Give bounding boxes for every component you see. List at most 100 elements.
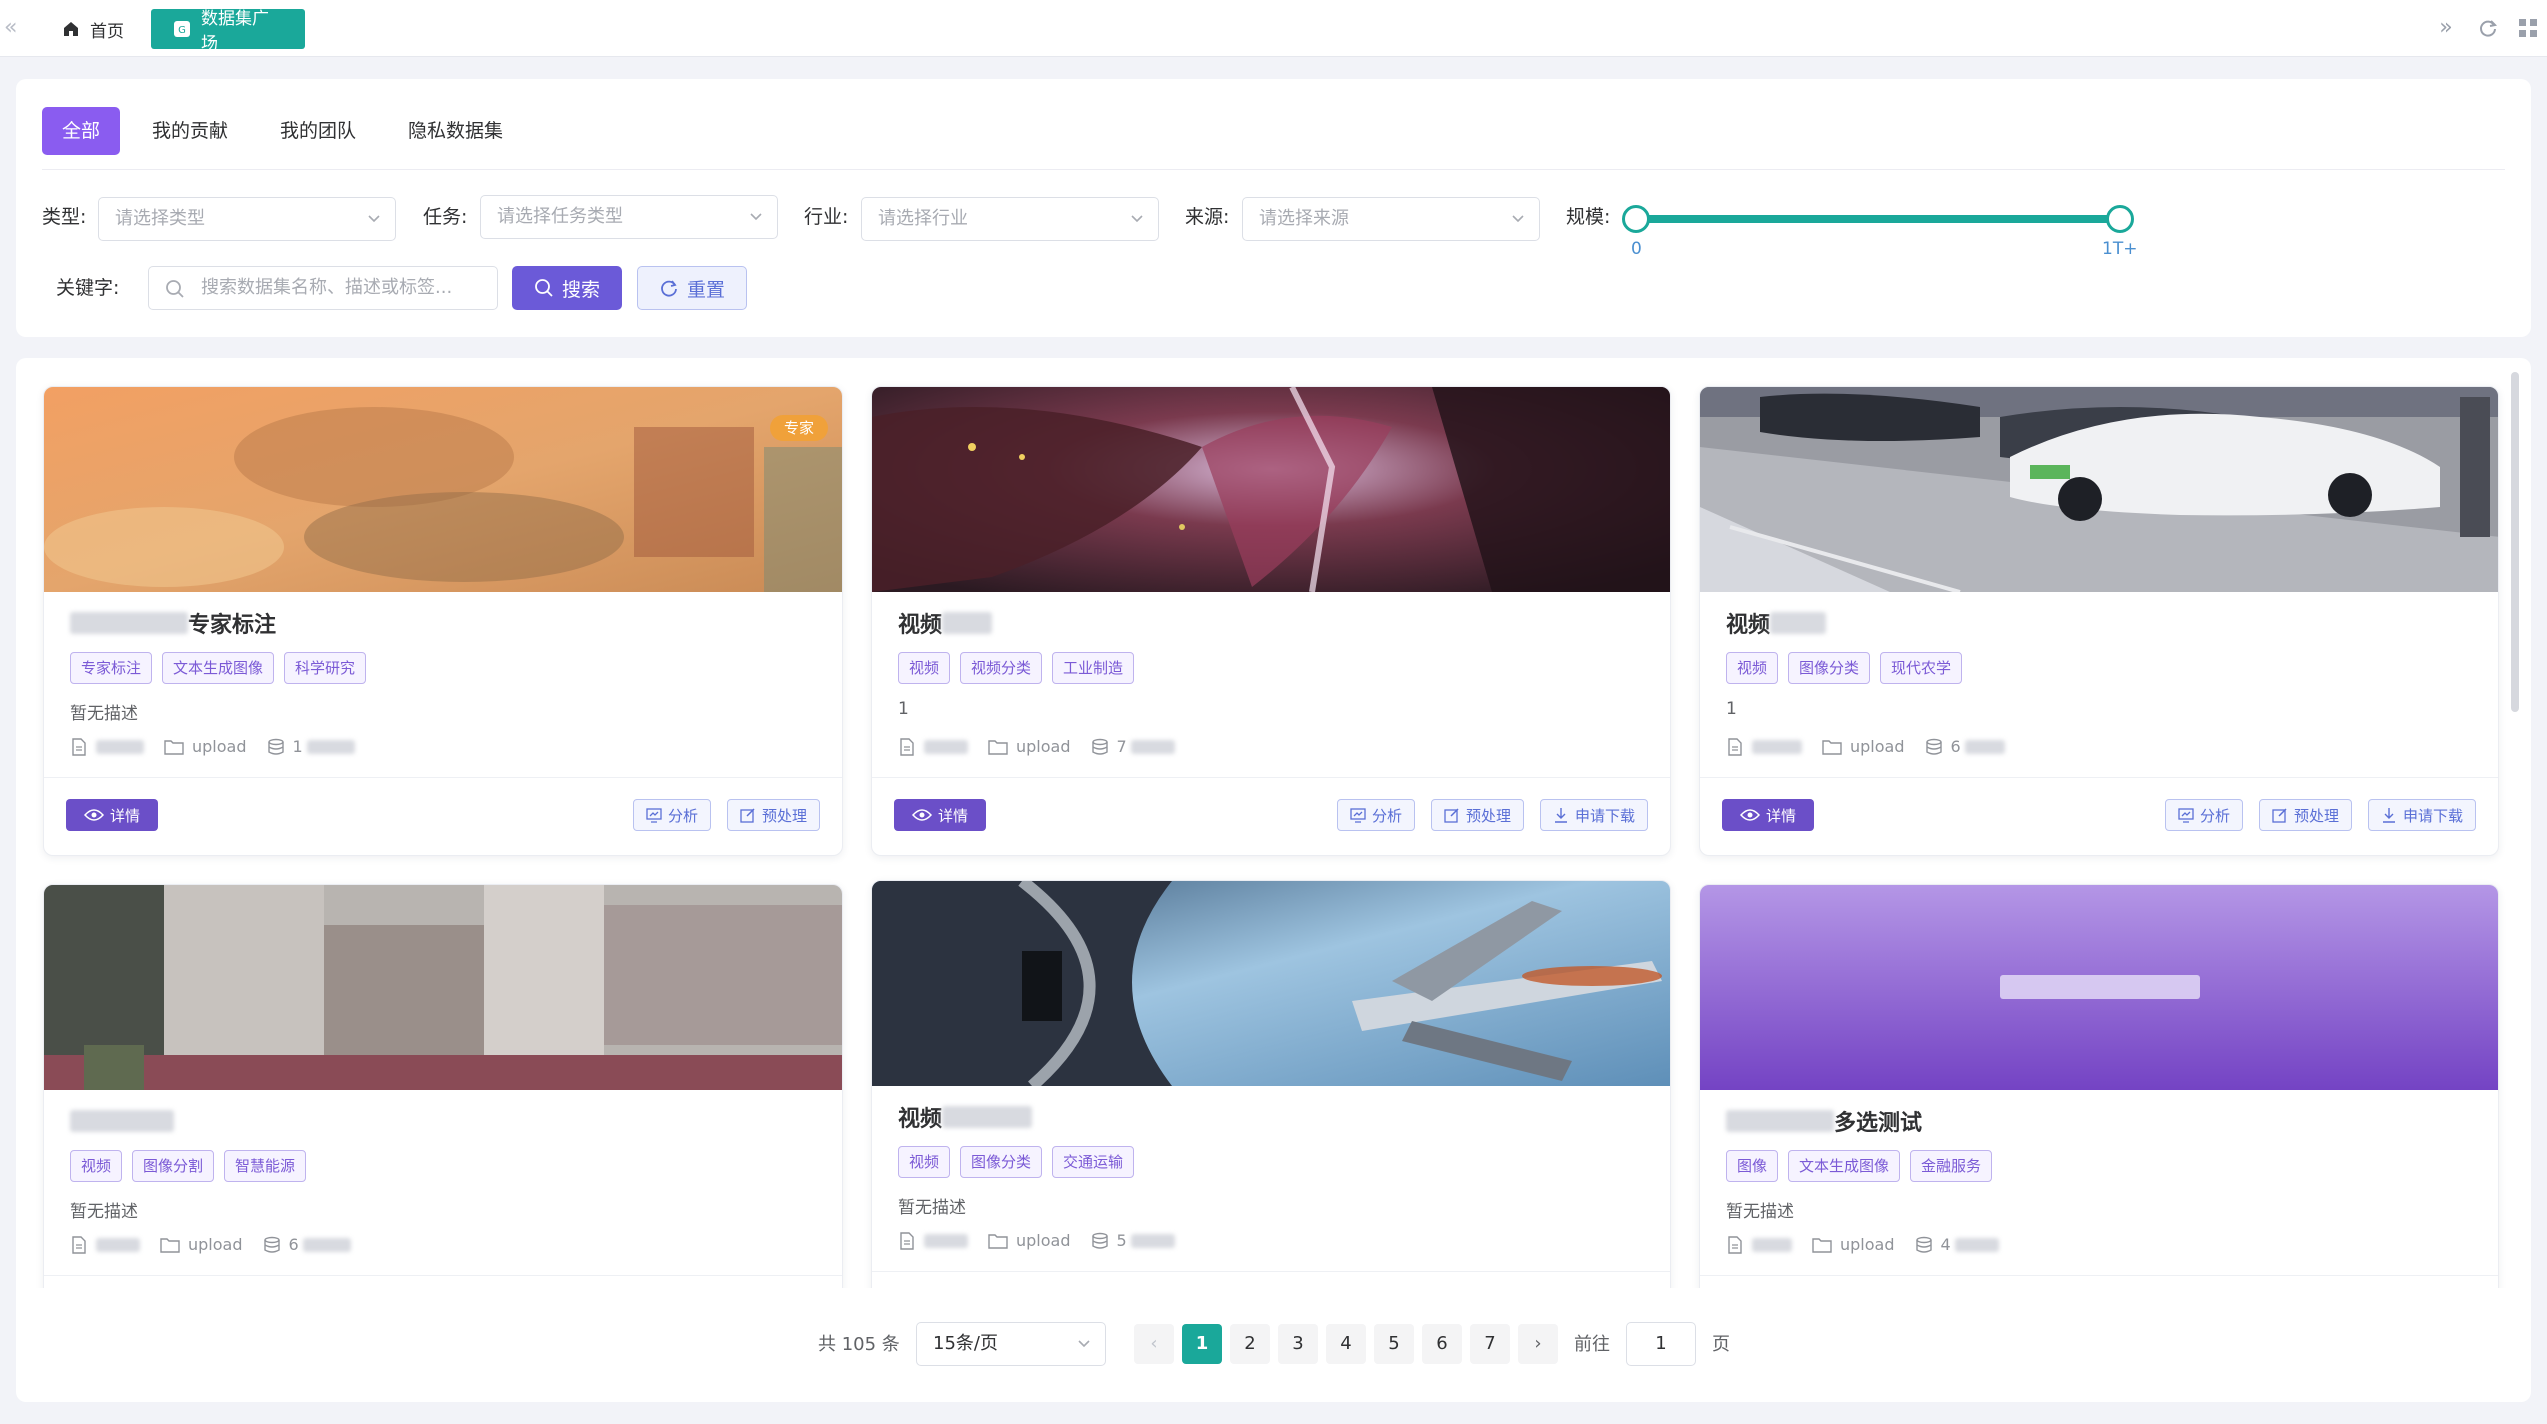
preprocess-button[interactable]: 预处理: [1430, 799, 1524, 831]
download-icon: [1554, 808, 1567, 823]
category-tab-all[interactable]: 全部: [42, 107, 121, 155]
industry-select[interactable]: 请选择行业: [861, 197, 1159, 241]
edit-icon: [2272, 808, 2287, 823]
vertical-scrollbar[interactable]: [2511, 372, 2519, 712]
preprocess-label: 预处理: [761, 806, 807, 825]
preprocess-button[interactable]: 预处理: [726, 799, 820, 831]
keyword-search-input[interactable]: 搜索数据集名称、描述或标签...: [148, 266, 498, 310]
tag[interactable]: 文本生成图像: [162, 652, 275, 684]
goto-label: 前往: [1574, 1334, 1610, 1355]
tag[interactable]: 视频: [898, 1146, 951, 1178]
card-actions: 分析 预处理 申请下载: [2149, 799, 2476, 831]
tag[interactable]: 视频分类: [960, 652, 1043, 684]
category-tab-my-team[interactable]: 我的团队: [260, 107, 376, 155]
dataset-meta: upload 6: [70, 1235, 371, 1254]
redacted-text: [924, 739, 968, 754]
dataset-size: 7: [1091, 737, 1175, 756]
request-download-button[interactable]: 申请下载: [1539, 799, 1648, 831]
category-tab-private[interactable]: 隐私数据集: [388, 107, 523, 155]
tag[interactable]: 图像分割: [132, 1150, 215, 1182]
divider: [44, 1275, 842, 1276]
scroll-right-icon[interactable]: »: [2432, 14, 2460, 42]
scale-slider-max-handle[interactable]: [2106, 205, 2134, 233]
tag[interactable]: 金融服务: [1910, 1150, 1993, 1182]
dataset-card[interactable]: 多选测试 图像 文本生成图像 金融服务 暂无描述 upload 4: [1699, 884, 2499, 1288]
card-actions: 分析 预处理: [617, 799, 820, 831]
total-count: 共 105 条: [818, 1334, 900, 1355]
dataset-card[interactable]: 视频 视频 视频分类 工业制造 1 upload 7 详情 分析 预处理 申请下…: [871, 386, 1671, 856]
scale-slider-track[interactable]: [1636, 215, 2120, 223]
tag[interactable]: 图像分类: [1788, 652, 1871, 684]
page-4-button[interactable]: 4: [1326, 1324, 1366, 1364]
dataset-card[interactable]: 视频 图像分割 智慧能源 暂无描述 upload 6: [43, 884, 843, 1288]
source-info: upload: [988, 737, 1071, 756]
preprocess-button[interactable]: 预处理: [2258, 799, 2352, 831]
page-3-button[interactable]: 3: [1278, 1324, 1318, 1364]
tag[interactable]: 现代农学: [1880, 652, 1963, 684]
tag[interactable]: 专家标注: [70, 652, 153, 684]
refresh-icon[interactable]: [2474, 14, 2502, 42]
tag[interactable]: 工业制造: [1052, 652, 1135, 684]
search-button[interactable]: 搜索: [512, 266, 622, 310]
eye-icon: [1739, 809, 1760, 821]
dataset-size: 6: [263, 1235, 351, 1254]
database-icon: [1915, 1236, 1932, 1253]
redacted-text: [924, 1233, 968, 1248]
tag[interactable]: 视频: [70, 1150, 123, 1182]
page-1-button[interactable]: 1: [1182, 1324, 1222, 1364]
source-select[interactable]: 请选择来源: [1242, 197, 1540, 241]
request-download-button[interactable]: 申请下载: [2367, 799, 2476, 831]
dataset-title: 视频: [898, 607, 993, 639]
detail-button[interactable]: 详情: [66, 799, 158, 831]
redacted-text: [1130, 1233, 1175, 1248]
category-tab-my-contribution[interactable]: 我的贡献: [132, 107, 248, 155]
dataset-card[interactable]: 专家 专家标注 专家标注 文本生成图像 科学研究 暂无描述 upload 1 详…: [43, 386, 843, 856]
dataset-card[interactable]: 视频 视频 图像分类 现代农学 1 upload 6 详情 分析 预处理 申请下…: [1699, 386, 2499, 856]
type-select[interactable]: 请选择类型: [98, 197, 396, 241]
reset-button[interactable]: 重置: [637, 266, 747, 310]
scroll-left-icon[interactable]: «: [4, 14, 26, 42]
redacted-text: [1770, 612, 1827, 634]
next-page-button[interactable]: ›: [1518, 1324, 1558, 1364]
tab-dataset-square[interactable]: G 数据集广场: [151, 9, 305, 54]
tag[interactable]: 图像: [1726, 1150, 1779, 1182]
dataset-title: 视频: [898, 1101, 1033, 1133]
page-7-button[interactable]: 7: [1470, 1324, 1510, 1364]
analyze-button[interactable]: 分析: [632, 799, 711, 831]
divider: [42, 169, 2505, 170]
tag[interactable]: 科学研究: [284, 652, 367, 684]
chevron-down-icon: [750, 213, 762, 221]
analyze-label: 分析: [1371, 806, 1402, 825]
tag[interactable]: 交通运输: [1052, 1146, 1135, 1178]
task-select[interactable]: 请选择任务类型: [480, 195, 778, 239]
grid-menu-icon[interactable]: [2514, 14, 2542, 42]
file-count: [70, 737, 144, 756]
tag[interactable]: 图像分类: [960, 1146, 1043, 1178]
dataset-cover-image: [44, 885, 842, 1090]
analyze-button[interactable]: 分析: [2164, 799, 2243, 831]
page-6-button[interactable]: 6: [1422, 1324, 1462, 1364]
tag[interactable]: 文本生成图像: [1788, 1150, 1901, 1182]
dataset-card[interactable]: 视频 视频 图像分类 交通运输 暂无描述 upload 5: [871, 880, 1671, 1288]
redacted-text: [302, 1237, 351, 1252]
goto-page-input[interactable]: 1: [1626, 1322, 1696, 1366]
scale-min-value: 0: [1631, 239, 1642, 259]
page-size-value: 15条/页: [933, 1333, 998, 1354]
analyze-button[interactable]: 分析: [1336, 799, 1415, 831]
tag-list: 图像 文本生成图像 金融服务: [1726, 1150, 2002, 1182]
search-icon: [166, 280, 184, 298]
detail-button[interactable]: 详情: [1722, 799, 1814, 831]
prev-page-button[interactable]: ‹: [1134, 1324, 1174, 1364]
page-size-select[interactable]: 15条/页: [916, 1322, 1106, 1366]
page-5-button[interactable]: 5: [1374, 1324, 1414, 1364]
tag[interactable]: 视频: [1726, 652, 1779, 684]
tab-home[interactable]: 首页: [40, 9, 146, 49]
page-2-button[interactable]: 2: [1230, 1324, 1270, 1364]
filter-panel: 全部 我的贡献 我的团队 隐私数据集 类型: 请选择类型 任务: 请选择任务类型…: [16, 79, 2531, 337]
tag[interactable]: 视频: [898, 652, 951, 684]
detail-button[interactable]: 详情: [894, 799, 986, 831]
tag[interactable]: 智慧能源: [224, 1150, 307, 1182]
dataset-title-text: 专家标注: [188, 613, 277, 638]
scale-slider-min-handle[interactable]: [1622, 205, 1650, 233]
redacted-text: [1726, 1110, 1834, 1132]
